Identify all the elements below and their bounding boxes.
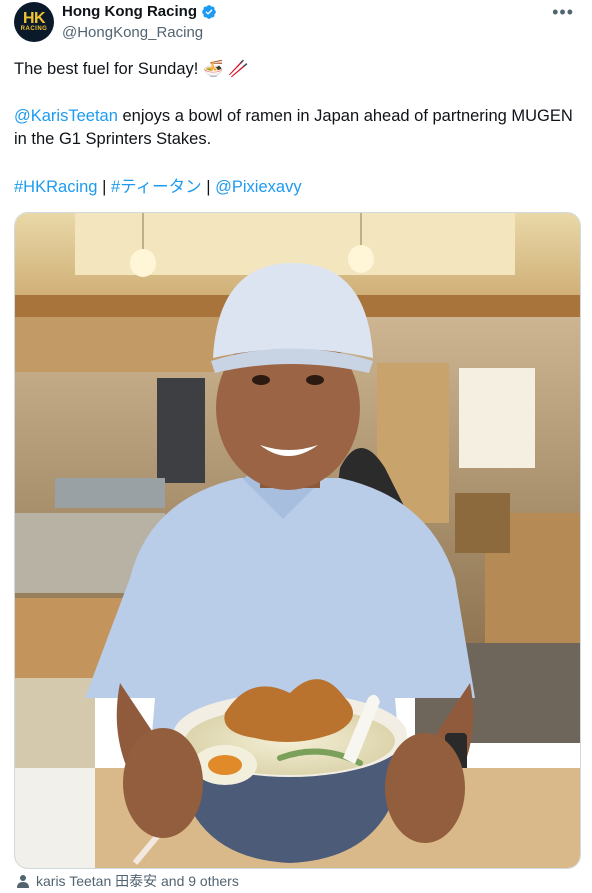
person-icon xyxy=(17,875,29,888)
mention-pixiexavy[interactable]: @Pixiexavy xyxy=(215,178,301,196)
mention-karis-teetan[interactable]: @KarisTeetan xyxy=(14,107,118,125)
avatar[interactable]: HK RACING xyxy=(14,2,54,42)
wall-poster xyxy=(459,368,535,468)
booth-seat xyxy=(455,493,510,553)
ramen-chopsticks-emoji-icon: 🍜 🥢 xyxy=(202,60,249,78)
hashtag-teetan[interactable]: #ティータン xyxy=(111,178,202,196)
lamp-shade xyxy=(130,249,156,277)
hashtag-hkracing[interactable]: #HKRacing xyxy=(14,178,97,196)
tweet-line-1: The best fuel for Sunday! 🍜 🥢 xyxy=(14,58,249,81)
hand xyxy=(385,733,465,843)
more-options-icon[interactable]: ••• xyxy=(552,2,574,23)
tagged-people[interactable]: karis Teetan 田泰安 and 9 others xyxy=(16,871,239,891)
coffee-machine xyxy=(157,378,205,483)
tweet-photo[interactable] xyxy=(14,212,581,869)
napkin xyxy=(15,768,95,868)
separator: | xyxy=(206,178,211,196)
steel-shelf xyxy=(55,478,165,508)
wood-cabinets xyxy=(15,317,235,372)
display-name[interactable]: Hong Kong Racing xyxy=(62,3,197,20)
handle[interactable]: @HongKong_Racing xyxy=(62,24,203,41)
eye xyxy=(252,375,270,385)
verified-badge-icon xyxy=(202,4,216,19)
tweet-line-1-text: The best fuel for Sunday! xyxy=(14,60,199,78)
eye xyxy=(306,375,324,385)
tweet-line-2: @KarisTeetan enjoys a bowl of ramen in J… xyxy=(14,105,574,151)
ramen-photo xyxy=(15,213,580,868)
avatar-text: HK xyxy=(22,10,46,27)
egg-yolk xyxy=(208,755,242,775)
tweet-header: HK RACING Hong Kong Racing @HongKong_Rac… xyxy=(14,0,580,48)
lamp-shade xyxy=(348,245,374,273)
name-row: Hong Kong Racing xyxy=(62,3,217,20)
avatar-subtext: RACING xyxy=(20,26,48,32)
separator: | xyxy=(102,178,107,196)
tagged-text: karis Teetan 田泰安 and 9 others xyxy=(36,873,239,889)
hand xyxy=(123,728,203,838)
tweet-line-3: #HKRacing | #ティータン | @Pixiexavy xyxy=(14,176,302,199)
